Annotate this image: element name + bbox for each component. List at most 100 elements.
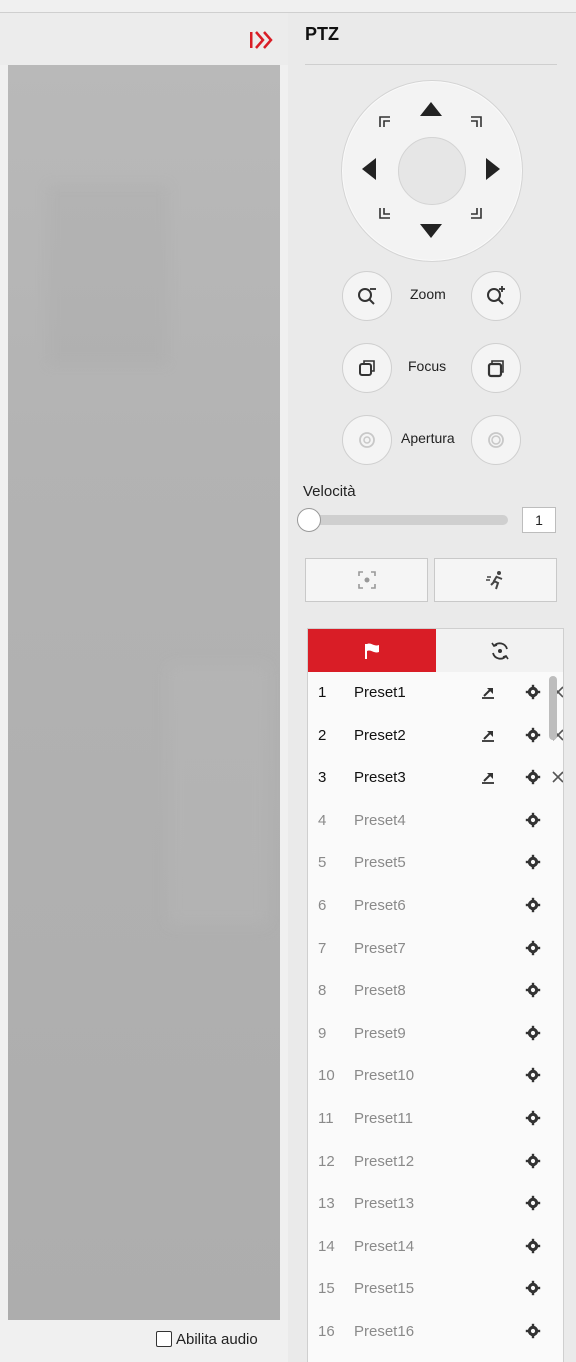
preset-row[interactable]: 12 Preset12 — [308, 1141, 563, 1183]
preset-number: 9 — [318, 1024, 327, 1042]
preset-row[interactable]: 8 Preset8 — [308, 970, 563, 1012]
collapse-panel-icon[interactable] — [248, 28, 278, 52]
preset-name: Preset15 — [354, 1280, 415, 1298]
preset-row[interactable]: 10 Preset10 — [308, 1055, 563, 1097]
preset-row[interactable]: 3 Preset3 — [308, 757, 563, 799]
panel-title: PTZ — [305, 24, 339, 44]
preset-tabs — [307, 628, 564, 674]
focus-far-icon — [487, 360, 504, 378]
set-preset-gear-icon[interactable] — [525, 1067, 541, 1083]
flag-icon — [365, 643, 379, 659]
call-preset-icon[interactable] — [480, 769, 496, 785]
preset-name: Preset11 — [354, 1110, 413, 1127]
patrol-cycle-icon — [490, 642, 509, 660]
preset-row[interactable]: 11 Preset11 — [308, 1098, 563, 1140]
set-preset-gear-icon[interactable] — [525, 1110, 541, 1126]
focus-far-button[interactable] — [471, 343, 521, 393]
set-preset-gear-icon[interactable] — [525, 812, 541, 828]
set-preset-gear-icon[interactable] — [525, 982, 541, 998]
call-preset-icon[interactable] — [480, 684, 496, 700]
preset-row[interactable]: 5 Preset5 — [308, 842, 563, 884]
preset-number: 4 — [318, 811, 327, 829]
set-preset-gear-icon[interactable] — [525, 684, 541, 700]
pan-down-right-button[interactable] — [468, 205, 484, 226]
set-preset-gear-icon[interactable] — [525, 1025, 541, 1041]
zoom-out-icon — [358, 288, 376, 305]
set-preset-gear-icon[interactable] — [525, 940, 541, 956]
delete-preset-icon[interactable] — [550, 769, 563, 785]
pan-down-button[interactable] — [418, 222, 444, 245]
video-blur-region — [48, 185, 168, 365]
preset-number: 13 — [318, 1195, 335, 1213]
speed-slider-handle[interactable] — [297, 508, 321, 532]
preset-row[interactable]: 2 Preset2 — [308, 715, 563, 757]
preset-row[interactable]: 16 Preset16 — [308, 1311, 563, 1353]
zoom-label: Zoom — [410, 286, 446, 302]
live-video[interactable] — [8, 65, 280, 1320]
preset-name: Preset12 — [354, 1152, 415, 1170]
zoom-out-button[interactable] — [342, 271, 392, 321]
preset-number: 2 — [318, 726, 327, 744]
iris-open-button[interactable] — [471, 415, 521, 465]
set-preset-gear-icon[interactable] — [525, 1323, 541, 1339]
preset-number: 14 — [318, 1237, 335, 1255]
preset-number: 10 — [318, 1067, 335, 1085]
set-preset-gear-icon[interactable] — [525, 1280, 541, 1296]
pan-down-left-button[interactable] — [377, 205, 393, 226]
tab-patrols[interactable] — [436, 629, 563, 673]
preset-list: 1 Preset1 2 Preset2 3 Preset3 4 Preset4 5 Preset5… — [307, 672, 564, 1362]
speed-value-field[interactable]: 1 — [522, 507, 556, 533]
preset-name: Preset3 — [354, 769, 406, 787]
pan-right-button[interactable] — [484, 156, 502, 187]
set-preset-gear-icon[interactable] — [525, 1195, 541, 1211]
title-divider — [305, 64, 557, 65]
live-view-header — [0, 13, 288, 65]
tab-presets[interactable] — [308, 629, 436, 673]
preset-number: 15 — [318, 1280, 335, 1298]
preset-row[interactable]: 13 Preset13 — [308, 1183, 563, 1225]
3d-positioning-button[interactable] — [305, 558, 428, 602]
preset-row[interactable]: 4 Preset4 — [308, 800, 563, 842]
zoom-in-button[interactable] — [471, 271, 521, 321]
preset-row[interactable]: 9 Preset9 — [308, 1013, 563, 1055]
focus-label: Focus — [408, 358, 447, 374]
preset-row[interactable]: 7 Preset7 — [308, 928, 563, 970]
audio-checkbox[interactable] — [156, 1331, 172, 1347]
set-preset-gear-icon[interactable] — [525, 897, 541, 913]
3d-positioning-icon — [357, 571, 376, 589]
preset-list-scrollbar[interactable] — [549, 676, 557, 740]
iris-close-button[interactable] — [342, 415, 392, 465]
speed-slider-track[interactable] — [306, 515, 508, 525]
set-preset-gear-icon[interactable] — [525, 1238, 541, 1254]
manual-tracking-button[interactable] — [434, 558, 557, 602]
preset-row[interactable]: 14 Preset14 — [308, 1226, 563, 1268]
set-preset-gear-icon[interactable] — [525, 727, 541, 743]
pan-up-button[interactable] — [418, 100, 444, 123]
preset-number: 6 — [318, 897, 327, 914]
preset-name: Preset16 — [354, 1323, 415, 1340]
set-preset-gear-icon[interactable] — [525, 854, 541, 870]
enable-audio-toggle[interactable]: Abilita audio — [156, 1328, 258, 1350]
iris-label: Apertura — [401, 430, 455, 446]
preset-name: Preset7 — [354, 939, 406, 957]
preset-number: 5 — [318, 854, 327, 872]
preset-row[interactable]: 1 Preset1 — [308, 672, 563, 714]
pan-left-button[interactable] — [360, 156, 378, 187]
preset-name: Preset1 — [354, 684, 406, 701]
preset-name: Preset13 — [354, 1195, 415, 1213]
iris-close-icon — [359, 432, 375, 448]
call-preset-icon[interactable] — [480, 727, 496, 743]
set-preset-gear-icon[interactable] — [525, 769, 541, 785]
focus-near-button[interactable] — [342, 343, 392, 393]
pan-up-left-button[interactable] — [377, 114, 393, 135]
preset-row[interactable]: 15 Preset15 — [308, 1268, 563, 1310]
audio-label: Abilita audio — [176, 1330, 258, 1348]
set-preset-gear-icon[interactable] — [525, 1153, 541, 1169]
speed-label: Velocità — [303, 483, 356, 500]
preset-name: Preset6 — [354, 897, 406, 914]
preset-row[interactable]: 6 Preset6 — [308, 885, 563, 927]
pan-up-right-button[interactable] — [468, 114, 484, 135]
preset-name: Preset8 — [354, 982, 406, 1000]
dpad-center-button[interactable] — [398, 137, 466, 205]
preset-name: Preset10 — [354, 1067, 415, 1085]
